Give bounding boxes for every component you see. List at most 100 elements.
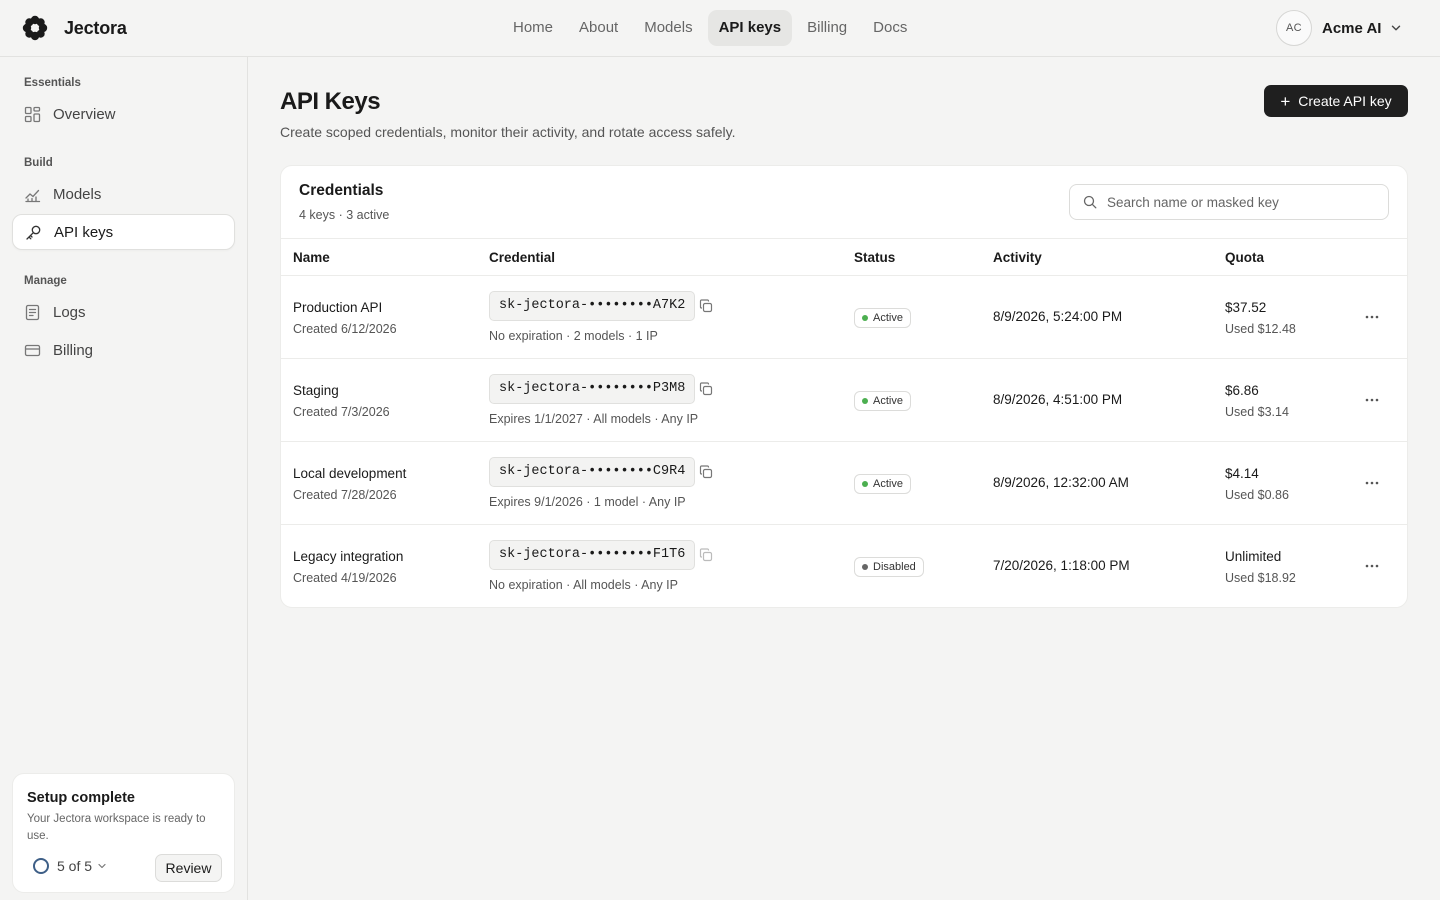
key-created: Created 6/12/2026 — [293, 322, 397, 336]
column-header-status: Status — [854, 250, 896, 265]
sidebar-item-overview[interactable]: Overview — [12, 96, 235, 132]
grid-icon — [24, 106, 41, 122]
copy-icon[interactable] — [699, 548, 713, 562]
chevron-down-icon — [98, 863, 106, 869]
key-restrictions: Expires 1/1/2027 · All models · Any IP — [489, 412, 699, 426]
last-activity: 8/9/2026, 4:51:00 PM — [993, 392, 1123, 407]
status-badge: Active — [854, 391, 911, 411]
search-icon — [1083, 195, 1097, 209]
chevron-down-icon — [1392, 25, 1401, 31]
column-header-credential: Credential — [489, 250, 556, 265]
top-nav: Home About Models API keys Billing Docs — [502, 10, 918, 46]
table-row: Staging Created 7/3/2026 sk-jectora-••••… — [281, 359, 1407, 442]
sidebar-item-models[interactable]: Models — [12, 176, 235, 212]
status-dot-icon — [862, 398, 868, 404]
status-label: Active — [873, 312, 903, 324]
sidebar-item-logs[interactable]: Logs — [12, 294, 235, 330]
sidebar-item-label: Billing — [53, 341, 94, 359]
last-activity: 7/20/2026, 1:18:00 PM — [993, 558, 1130, 573]
setup-title: Setup complete — [27, 790, 135, 806]
logs-icon — [25, 304, 40, 320]
sidebar-item-label: Models — [53, 185, 102, 203]
nav-about[interactable]: About — [568, 10, 629, 46]
copy-icon[interactable] — [699, 299, 713, 313]
create-api-key-label: Create API key — [1298, 93, 1392, 109]
status-label: Active — [873, 478, 903, 490]
nav-api-keys[interactable]: API keys — [707, 10, 793, 46]
nav-home[interactable]: Home — [502, 10, 564, 46]
sidebar-item-label: API keys — [54, 223, 114, 241]
column-header-name: Name — [293, 250, 330, 265]
credentials-title: Credentials — [299, 182, 384, 199]
masked-key: sk-jectora-••••••••P3M8 — [489, 374, 696, 404]
nav-docs[interactable]: Docs — [862, 10, 918, 46]
quota-remaining: $4.14 — [1225, 466, 1259, 481]
setup-progress-label: 5 of 5 — [57, 858, 93, 874]
avatar: AC — [1276, 10, 1312, 46]
sidebar-section-essentials: Essentials — [24, 77, 81, 89]
status-badge: Active — [854, 474, 911, 494]
copy-icon[interactable] — [699, 382, 713, 396]
quota-used: Used $18.92 — [1225, 571, 1296, 585]
quota-remaining: $37.52 — [1225, 300, 1267, 315]
table-body: Production API Created 6/12/2026 sk-ject… — [281, 276, 1407, 608]
status-label: Active — [873, 395, 903, 407]
review-button[interactable]: Review — [155, 854, 222, 882]
page-subtitle: Create scoped credentials, monitor their… — [280, 124, 736, 140]
key-name: Local development — [293, 466, 407, 481]
copy-icon[interactable] — [699, 465, 713, 479]
quota-used: Used $3.14 — [1225, 405, 1289, 419]
setup-description: Your Jectora workspace is ready to use. — [27, 813, 206, 842]
table-row: Production API Created 6/12/2026 sk-ject… — [281, 276, 1407, 359]
status-badge: Active — [854, 308, 911, 328]
quota-used: Used $0.86 — [1225, 488, 1289, 502]
table-row: Local development Created 7/28/2026 sk-j… — [281, 442, 1407, 525]
more-options-icon[interactable] — [1363, 474, 1381, 492]
brand-name: Jectora — [64, 18, 127, 38]
status-label: Disabled — [873, 561, 916, 573]
credentials-card: Credentials 4 keys · 3 active Name Crede… — [280, 165, 1408, 608]
key-icon — [26, 225, 41, 240]
nav-billing[interactable]: Billing — [796, 10, 858, 46]
column-header-quota: Quota — [1225, 250, 1264, 265]
more-options-icon[interactable] — [1363, 308, 1381, 326]
setup-progress[interactable]: 5 of 5 — [33, 858, 106, 874]
card-icon — [24, 344, 41, 356]
masked-key: sk-jectora-••••••••F1T6 — [489, 540, 696, 570]
more-options-icon[interactable] — [1363, 557, 1381, 575]
page-title: API Keys — [280, 88, 381, 115]
more-options-icon[interactable] — [1363, 391, 1381, 409]
key-name: Legacy integration — [293, 549, 404, 564]
sidebar-item-api-keys[interactable]: API keys — [12, 214, 235, 250]
status-badge: Disabled — [854, 557, 924, 577]
account-switcher[interactable]: AC Acme AI — [1276, 10, 1401, 46]
sidebar-item-billing[interactable]: Billing — [12, 332, 235, 368]
last-activity: 8/9/2026, 5:24:00 PM — [993, 309, 1123, 324]
table-row: Legacy integration Created 4/19/2026 sk-… — [281, 525, 1407, 608]
flower-logo-icon[interactable] — [22, 15, 48, 41]
create-api-key-button[interactable]: + Create API key — [1264, 85, 1408, 117]
key-name: Production API — [293, 300, 383, 315]
status-dot-icon — [862, 481, 868, 487]
sidebar-item-label: Overview — [53, 105, 116, 123]
key-name: Staging — [293, 383, 339, 398]
status-dot-icon — [862, 564, 868, 570]
key-created: Created 7/28/2026 — [293, 488, 397, 502]
key-restrictions: No expiration · 2 models · 1 IP — [489, 329, 658, 343]
last-activity: 8/9/2026, 12:32:00 AM — [993, 475, 1129, 490]
quota-used: Used $12.48 — [1225, 322, 1296, 336]
plus-icon: + — [1280, 91, 1291, 111]
sidebar: Essentials Overview Build Models API key… — [0, 57, 248, 900]
masked-key: sk-jectora-••••••••A7K2 — [489, 291, 696, 321]
masked-key: sk-jectora-••••••••C9R4 — [489, 457, 696, 487]
credentials-summary: 4 keys · 3 active — [299, 208, 390, 222]
chart-icon — [25, 189, 41, 202]
sidebar-item-label: Logs — [53, 303, 86, 321]
key-restrictions: Expires 9/1/2026 · 1 model · Any IP — [489, 495, 686, 509]
key-created: Created 7/3/2026 — [293, 405, 390, 419]
sidebar-section-build: Build — [24, 157, 53, 169]
search-input[interactable] — [1107, 194, 1377, 210]
account-name: Acme AI — [1322, 19, 1382, 37]
nav-models[interactable]: Models — [633, 10, 703, 46]
key-created: Created 4/19/2026 — [293, 571, 397, 585]
